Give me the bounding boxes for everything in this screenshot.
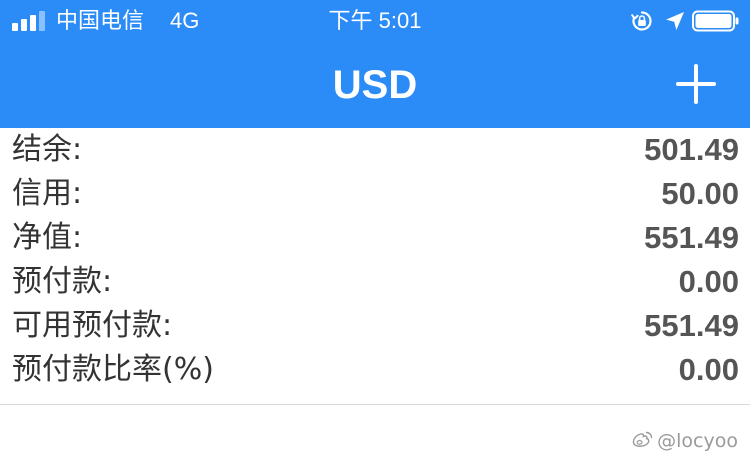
credit-label: 信用:	[12, 176, 83, 211]
location-arrow-icon	[666, 12, 684, 30]
page-title: USD	[332, 63, 418, 107]
list-item: 预付款比率(%) 0.00	[0, 348, 750, 392]
weibo-icon	[632, 431, 653, 447]
list-item: 净值: 551.49	[0, 216, 750, 260]
watermark-text: @locyoo	[657, 430, 738, 452]
balance-label: 结余:	[12, 132, 83, 167]
list-item: 可用预付款: 551.49	[0, 304, 750, 348]
margin-label: 预付款:	[12, 264, 113, 299]
margin-level-value: 0.00	[678, 352, 739, 387]
list-item: 结余: 501.49	[0, 128, 750, 172]
equity-value: 551.49	[644, 220, 739, 255]
account-summary-list: 结余: 501.49 信用: 50.00 净值: 551.49 预付款: 0.0…	[0, 128, 750, 392]
plus-icon[interactable]	[672, 60, 720, 108]
nav-bar: USD	[0, 42, 750, 128]
free-margin-label: 可用预付款:	[12, 308, 173, 343]
rotation-lock-icon	[631, 11, 652, 31]
battery-icon	[692, 10, 739, 32]
margin-level-label: 预付款比率(%)	[12, 352, 214, 387]
list-item: 预付款: 0.00	[0, 260, 750, 304]
watermark: @locyoo	[631, 428, 738, 454]
balance-value: 501.49	[644, 132, 739, 167]
list-item: 信用: 50.00	[0, 172, 750, 216]
credit-value: 50.00	[661, 176, 739, 211]
equity-label: 净值:	[12, 220, 83, 255]
list-divider	[0, 404, 750, 405]
status-bar: 中国电信 4G 下午 5:01	[0, 0, 750, 42]
free-margin-value: 551.49	[644, 308, 739, 343]
margin-value: 0.00	[678, 264, 739, 299]
